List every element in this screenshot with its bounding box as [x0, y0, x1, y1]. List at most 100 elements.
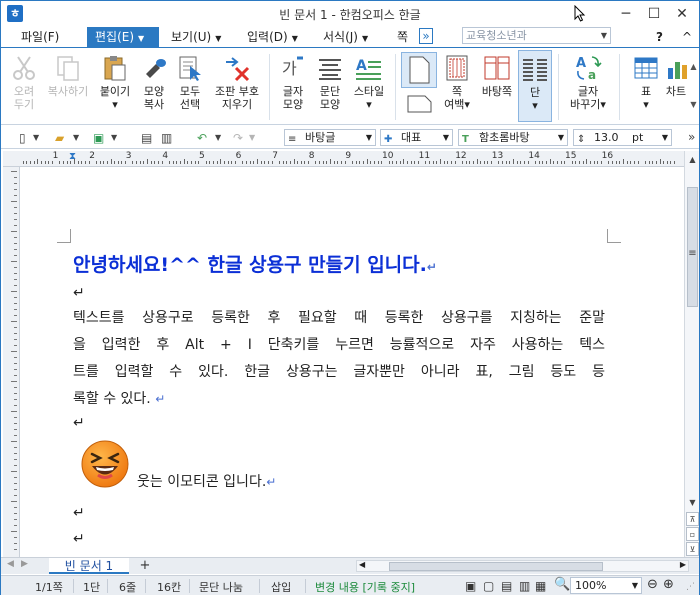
vertical-scrollbar[interactable]: ▲ ≡ ▼ ⊼ ▫ ⊻: [684, 151, 699, 557]
chevron-down-icon[interactable]: ▼: [215, 133, 221, 142]
cut-button[interactable]: 오려 두기: [7, 50, 41, 111]
columns-dropdown[interactable]: ▾: [532, 99, 538, 112]
view-page-icon[interactable]: ▢: [483, 579, 494, 593]
chevron-down-icon[interactable]: ▼: [632, 578, 638, 593]
page-icon[interactable]: ▫: [686, 527, 699, 541]
chevron-up-icon[interactable]: ▲: [688, 48, 699, 86]
chevron-down-icon[interactable]: ▼: [111, 133, 117, 142]
toolbar-more-icon[interactable]: »: [688, 130, 695, 144]
print-preview-icon[interactable]: ▥: [161, 131, 172, 145]
zoom-magnifier-icon[interactable]: 🔍: [554, 577, 570, 592]
master-page-button[interactable]: 바탕쪽: [477, 50, 517, 98]
ribbon-collapse-button[interactable]: ^: [682, 27, 692, 47]
menu-input[interactable]: 입력(D) ▼: [247, 27, 298, 47]
view-normal-icon[interactable]: ▣: [465, 579, 476, 593]
body-line: 텍스트를 상용구로 등록한 후 필요할 때 등록한 상용구를 지칭하는 준말: [73, 310, 605, 326]
more-menu-button[interactable]: »: [419, 28, 433, 44]
style-dropdown[interactable]: ▾: [366, 98, 372, 111]
status-insert-mode[interactable]: 삽입: [271, 579, 291, 595]
paste-dropdown[interactable]: ▾: [112, 98, 118, 111]
margin-button[interactable]: 쪽 여백▾: [439, 50, 475, 111]
smiley-emoticon-icon[interactable]: [80, 439, 130, 489]
chart-button[interactable]: 차트: [665, 50, 687, 98]
chevron-down-icon[interactable]: ▼: [73, 133, 79, 142]
char-shape-button[interactable]: 가 글자 모양: [275, 50, 311, 111]
style-button[interactable]: A 스타일 ▾: [349, 50, 389, 111]
font-select[interactable]: T 함초롬바탕 ▼: [458, 129, 568, 146]
menu-format[interactable]: 서식(J) ▼: [323, 27, 368, 47]
menu-view[interactable]: 보기(U) ▼: [171, 27, 221, 47]
undo-icon[interactable]: ↶: [197, 131, 207, 145]
chevron-down-icon[interactable]: ▼: [688, 86, 699, 124]
ruler-tick: [14, 537, 17, 538]
emoticon-caption[interactable]: 웃는 이모티콘 입니다.↵: [137, 471, 276, 491]
view-outline-icon[interactable]: ▥: [519, 579, 530, 593]
menu-file[interactable]: 파일(F): [21, 27, 59, 47]
resize-grip-icon[interactable]: ⋰: [686, 582, 695, 592]
chevron-down-icon[interactable]: ▼: [249, 133, 255, 142]
body-paragraph[interactable]: 텍스트를 상용구로 등록한 후 필요할 때 등록한 상용구를 지칭하는 준말 을…: [73, 305, 605, 413]
chevron-down-icon[interactable]: ▼: [366, 130, 372, 145]
page-down-icon[interactable]: ⊻: [686, 542, 699, 556]
document-heading[interactable]: 안녕하세요!^^ 한글 상용구 만들기 입니다.↵: [73, 250, 437, 277]
format-painter-button[interactable]: 모양 복사: [137, 50, 171, 111]
status-track-changes[interactable]: 변경 내용 [기록 중지]: [315, 579, 415, 595]
tab-document-1[interactable]: 빈 문서 1: [49, 558, 129, 574]
view-full-icon[interactable]: ▦: [535, 579, 546, 593]
style-select[interactable]: ≡ 바탕글 ▼: [284, 129, 376, 146]
view-web-icon[interactable]: ▤: [501, 579, 512, 593]
print-icon[interactable]: ▤: [141, 131, 152, 145]
chevron-down-icon[interactable]: ▼: [33, 133, 39, 142]
paste-button[interactable]: 붙이기 ▾: [97, 50, 133, 111]
menu-edit[interactable]: 편집(E) ▼: [87, 27, 159, 47]
select-all-button[interactable]: 모두 선택: [173, 50, 207, 111]
zoom-select[interactable]: 100% ▼: [570, 577, 642, 594]
chevron-down-icon[interactable]: ▼: [558, 130, 564, 145]
horizontal-scroll-thumb[interactable]: [389, 562, 603, 571]
new-document-icon[interactable]: ▯: [19, 131, 26, 145]
scroll-down-icon[interactable]: ▼: [686, 496, 699, 510]
font-size-select[interactable]: ⇕ 13.0 pt ▼: [573, 129, 672, 146]
redo-icon[interactable]: ↷: [233, 131, 243, 145]
table-dropdown[interactable]: ▾: [643, 98, 649, 111]
chevron-down-icon[interactable]: ▼: [601, 28, 607, 43]
open-folder-icon[interactable]: ▰: [55, 131, 64, 145]
close-button[interactable]: ✕: [669, 3, 695, 25]
ruler-tick: [14, 405, 17, 406]
status-page[interactable]: 1/1쪽: [35, 579, 63, 595]
ribbon-scroll[interactable]: ▲ ▼: [688, 48, 699, 124]
indent-marker-icon[interactable]: ⧗: [69, 151, 76, 162]
columns-button[interactable]: 단 ▾: [518, 50, 552, 122]
help-button[interactable]: ?: [656, 27, 663, 47]
add-tab-button[interactable]: +: [132, 558, 158, 574]
chevron-down-icon[interactable]: ▼: [662, 130, 668, 145]
page-orient-button[interactable]: [401, 94, 437, 118]
zoom-in-icon[interactable]: ⊕: [663, 577, 674, 592]
zoom-out-icon[interactable]: ⊖: [647, 577, 658, 592]
copy-button[interactable]: 복사하기: [43, 50, 93, 98]
tab-scroll-right-icon[interactable]: ▶: [21, 559, 28, 569]
scroll-up-icon[interactable]: ▲: [686, 153, 699, 167]
replace-button[interactable]: Aa 글자 바꾸기▾: [563, 50, 613, 111]
page-setup-button[interactable]: [401, 52, 437, 88]
master-page-label: 바탕쪽: [481, 85, 513, 98]
search-input[interactable]: 교육청소년과 ▼: [462, 27, 611, 44]
horizontal-scrollbar[interactable]: ◀ ▶: [356, 560, 689, 572]
document-page[interactable]: 안녕하세요!^^ 한글 상용구 만들기 입니다.↵ ↵ 텍스트를 상용구로 등록…: [21, 167, 683, 557]
vertical-ruler[interactable]: [3, 167, 20, 557]
table-button[interactable]: 표 ▾: [629, 50, 663, 111]
ruler-tick: [14, 243, 17, 244]
scroll-right-icon[interactable]: ▶: [680, 560, 686, 569]
horizontal-ruler[interactable]: 1 2 3 4 5 6 7 8 9 10 11 12 13 14 15 16: [3, 151, 685, 167]
para-shape-button[interactable]: 문단 모양: [313, 50, 347, 111]
menu-page[interactable]: 쪽(W): [397, 27, 419, 47]
clear-codes-button[interactable]: 조판 부호 지우기: [209, 50, 265, 111]
scroll-left-icon[interactable]: ◀: [359, 560, 365, 569]
page-up-icon[interactable]: ⊼: [686, 512, 699, 526]
chevron-down-icon[interactable]: ▼: [443, 130, 449, 145]
maximize-button[interactable]: ☐: [641, 3, 667, 25]
minimize-button[interactable]: ─: [613, 3, 639, 25]
font-lang-select[interactable]: ✚ 대표 ▼: [380, 129, 453, 146]
tab-scroll-left-icon[interactable]: ◀: [7, 559, 14, 569]
save-icon[interactable]: ▣: [93, 131, 104, 145]
